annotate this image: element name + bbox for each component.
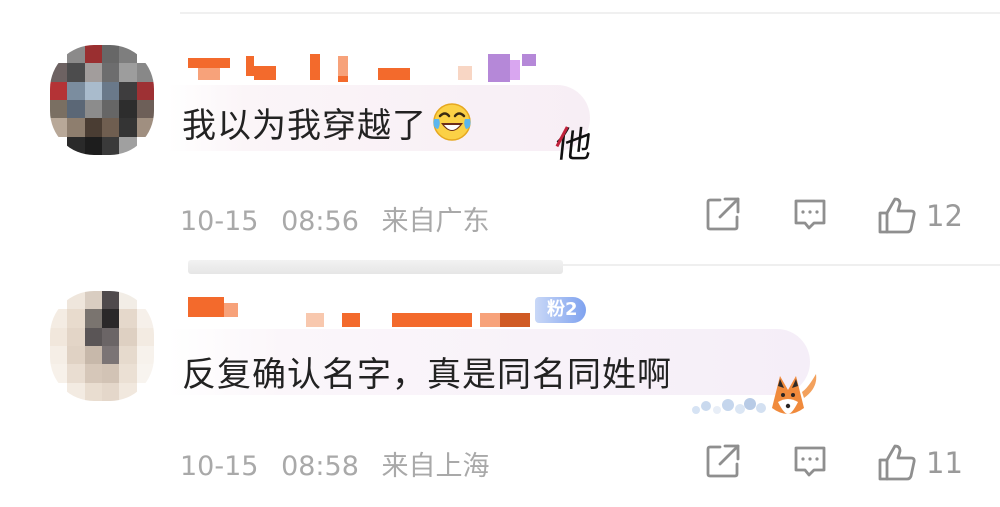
comment-icon [794,199,826,230]
comment-item: 我以为我穿越了 他 10-15 08:56 来自广东 12 [0,0,1000,255]
reply-button[interactable] [791,195,829,233]
like-button[interactable]: 12 [876,195,963,237]
avatar[interactable] [50,291,154,401]
comment-time: 08:58 [281,451,359,482]
comment-date: 10-15 [180,451,259,482]
like-count: 12 [926,199,963,233]
comment-location: 来自上海 [381,451,490,482]
share-button[interactable] [704,195,742,233]
username-redacted[interactable] [188,297,588,327]
share-button[interactable] [704,442,742,480]
comment-location: 来自广东 [381,206,490,237]
fan-level-badge: 粉2 [535,297,586,323]
like-count: 11 [926,446,963,480]
like-button[interactable]: 11 [876,442,963,484]
divider [188,260,563,274]
share-icon [706,197,740,231]
comment-meta: 10-15 08:56 来自广东 [180,199,489,238]
comment-icon [794,446,826,477]
username-redacted[interactable] [188,52,548,82]
comment-text: 反复确认名字，真是同名同姓啊 [182,347,672,396]
comment-item: 粉2 反复确认名字，真是同名同姓啊 10-15 08:58 来自上海 11 [0,255,1000,507]
comment-body: 反复确认名字，真是同名同姓啊 [182,355,672,395]
avatar[interactable] [50,45,154,155]
laughing-tears-emoji-icon [433,103,471,141]
comment-body: 我以为我穿越了 [182,106,427,146]
reply-button[interactable] [791,442,829,480]
comment-time: 08:56 [281,206,359,237]
comment-text: 我以为我穿越了 [182,98,473,147]
share-icon [706,444,740,478]
thumbs-up-icon [878,444,916,481]
comment-date: 10-15 [180,206,259,237]
fox-sticker-icon [692,374,817,414]
divider [563,264,1000,266]
divider [180,12,1000,14]
comment-meta: 10-15 08:58 来自上海 [180,444,489,483]
thumbs-up-icon [878,197,916,234]
